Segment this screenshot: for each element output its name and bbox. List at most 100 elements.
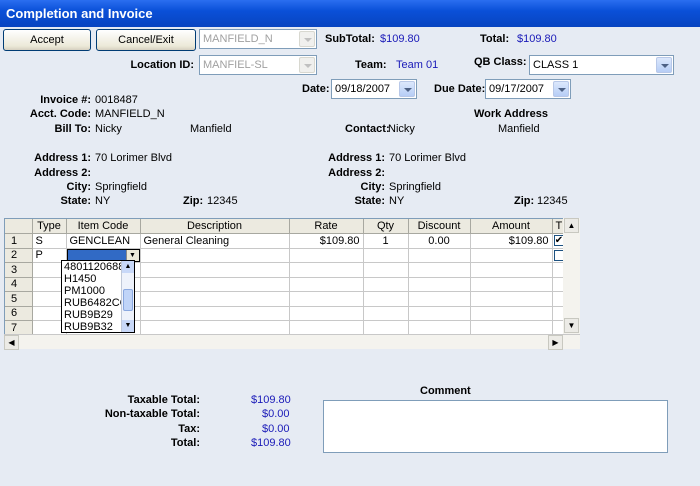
cell-discount[interactable] (408, 262, 471, 278)
column-header-rate[interactable]: Rate (289, 219, 364, 234)
cell-description[interactable] (140, 291, 290, 307)
customer-combo[interactable]: MANFIELD_N (199, 29, 317, 49)
column-header-discount[interactable]: Discount (408, 219, 471, 234)
invoice-number-value: 0018487 (95, 94, 138, 106)
cell-amount[interactable] (470, 320, 553, 336)
cell-description[interactable] (140, 262, 290, 278)
grid-vertical-scrollbar[interactable]: ▲ ▼ (563, 218, 580, 334)
cell-amount[interactable] (470, 248, 553, 263)
row-number: 7 (5, 320, 33, 336)
cell-discount[interactable] (408, 306, 471, 321)
scroll-up-icon[interactable]: ▲ (122, 261, 134, 273)
cell-description[interactable] (140, 248, 290, 263)
column-header-type[interactable]: Type (32, 219, 67, 234)
scroll-down-icon[interactable]: ▼ (122, 320, 134, 332)
cell-discount[interactable] (408, 248, 471, 263)
accept-button[interactable]: Accept (3, 29, 91, 51)
window-title: Completion and Invoice (0, 0, 700, 27)
due-date-label: Due Date: (434, 83, 486, 95)
cell-amount[interactable] (470, 306, 553, 321)
cell-discount[interactable]: 0.00 (408, 233, 471, 249)
table-row[interactable]: 1 S GENCLEAN General Cleaning $109.80 1 … (5, 233, 567, 249)
work-city-value: Springfield (389, 181, 441, 193)
cell-description[interactable] (140, 277, 290, 292)
scroll-right-icon[interactable]: ▶ (548, 335, 563, 350)
cell-rate[interactable] (289, 262, 364, 278)
cell-rate[interactable]: $109.80 (289, 233, 364, 249)
bill-zip-value: 12345 (207, 195, 238, 207)
chevron-down-icon[interactable] (656, 57, 672, 73)
qb-class-value: CLASS 1 (533, 59, 579, 71)
bill-address2-label: Address 2: (34, 167, 91, 179)
chevron-down-icon[interactable] (553, 81, 569, 97)
team-value: Team 01 (396, 59, 439, 71)
grand-total-value: $109.80 (251, 437, 291, 449)
due-date-picker[interactable]: 09/17/2007 (485, 79, 571, 99)
row-number: 3 (5, 262, 33, 278)
item-code-dropdown[interactable]: 4801120688 H1450 PM1000 RUB6482CC RUB9B2… (61, 260, 135, 333)
comment-textarea[interactable] (323, 400, 668, 453)
chevron-down-icon[interactable] (299, 57, 315, 73)
cell-discount[interactable] (408, 320, 471, 336)
invoice-number-label: Invoice #: (40, 94, 91, 106)
location-id-combo[interactable]: MANFIEL-SL (199, 55, 317, 75)
cell-amount[interactable] (470, 277, 553, 292)
row-number: 5 (5, 291, 33, 307)
cell-amount[interactable] (470, 291, 553, 307)
date-value: 09/18/2007 (335, 83, 391, 95)
cell-amount[interactable] (470, 262, 553, 278)
cancel-exit-button-label: Cancel/Exit (118, 34, 174, 46)
cell-discount[interactable] (408, 291, 471, 307)
cell-amount[interactable]: $109.80 (470, 233, 553, 249)
column-header-item-code[interactable]: Item Code (66, 219, 141, 234)
cell-description[interactable]: General Cleaning (140, 233, 290, 249)
location-id-value: MANFIEL-SL (203, 59, 268, 71)
cell-type[interactable]: S (32, 233, 67, 249)
cell-qty[interactable] (363, 291, 409, 307)
date-label: Date: (302, 83, 330, 95)
cell-description[interactable] (140, 306, 290, 321)
chevron-down-icon[interactable] (299, 31, 315, 47)
cell-rate[interactable] (289, 320, 364, 336)
bill-state-value: NY (95, 195, 111, 207)
customer-combo-value: MANFIELD_N (203, 33, 273, 45)
cell-qty[interactable] (363, 262, 409, 278)
cell-qty[interactable] (363, 277, 409, 292)
contact-last: Manfield (498, 123, 540, 135)
cell-qty[interactable] (363, 320, 409, 336)
chevron-down-icon[interactable] (399, 81, 415, 97)
scroll-up-icon[interactable]: ▲ (564, 218, 579, 233)
dropdown-scroll-thumb[interactable] (123, 289, 133, 311)
column-header-amount[interactable]: Amount (470, 219, 553, 234)
cell-discount[interactable] (408, 277, 471, 292)
grid-horizontal-scrollbar[interactable]: ◀ ▶ (4, 334, 580, 350)
column-header-description[interactable]: Description (140, 219, 290, 234)
work-state-label: State: (354, 195, 385, 207)
column-header-qty[interactable]: Qty (363, 219, 409, 234)
cancel-exit-button[interactable]: Cancel/Exit (96, 29, 196, 51)
work-address-heading: Work Address (474, 108, 548, 120)
row-number: 1 (5, 233, 33, 249)
date-picker[interactable]: 09/18/2007 (331, 79, 417, 99)
qb-class-label: QB Class: (474, 56, 527, 68)
cell-qty[interactable]: 1 (363, 233, 409, 249)
scroll-left-icon[interactable]: ◀ (4, 335, 19, 350)
cell-item-code[interactable]: GENCLEAN (66, 233, 141, 249)
cell-rate[interactable] (289, 306, 364, 321)
row-number: 2 (5, 248, 33, 263)
scroll-down-icon[interactable]: ▼ (564, 318, 579, 333)
cell-description[interactable] (140, 320, 290, 336)
cell-qty[interactable] (363, 306, 409, 321)
cell-rate[interactable] (289, 248, 364, 263)
cell-rate[interactable] (289, 277, 364, 292)
accept-button-label: Accept (30, 34, 64, 46)
cell-rate[interactable] (289, 291, 364, 307)
tax-label: Tax: (178, 423, 200, 435)
cell-qty[interactable] (363, 248, 409, 263)
nontaxable-total-label: Non-taxable Total: (104, 408, 200, 420)
qb-class-combo[interactable]: CLASS 1 (529, 55, 674, 75)
bill-to-label: Bill To: (54, 123, 91, 135)
dropdown-scrollbar[interactable]: ▲ ▼ (121, 261, 134, 332)
work-city-label: City: (360, 181, 385, 193)
due-date-value: 09/17/2007 (489, 83, 545, 95)
